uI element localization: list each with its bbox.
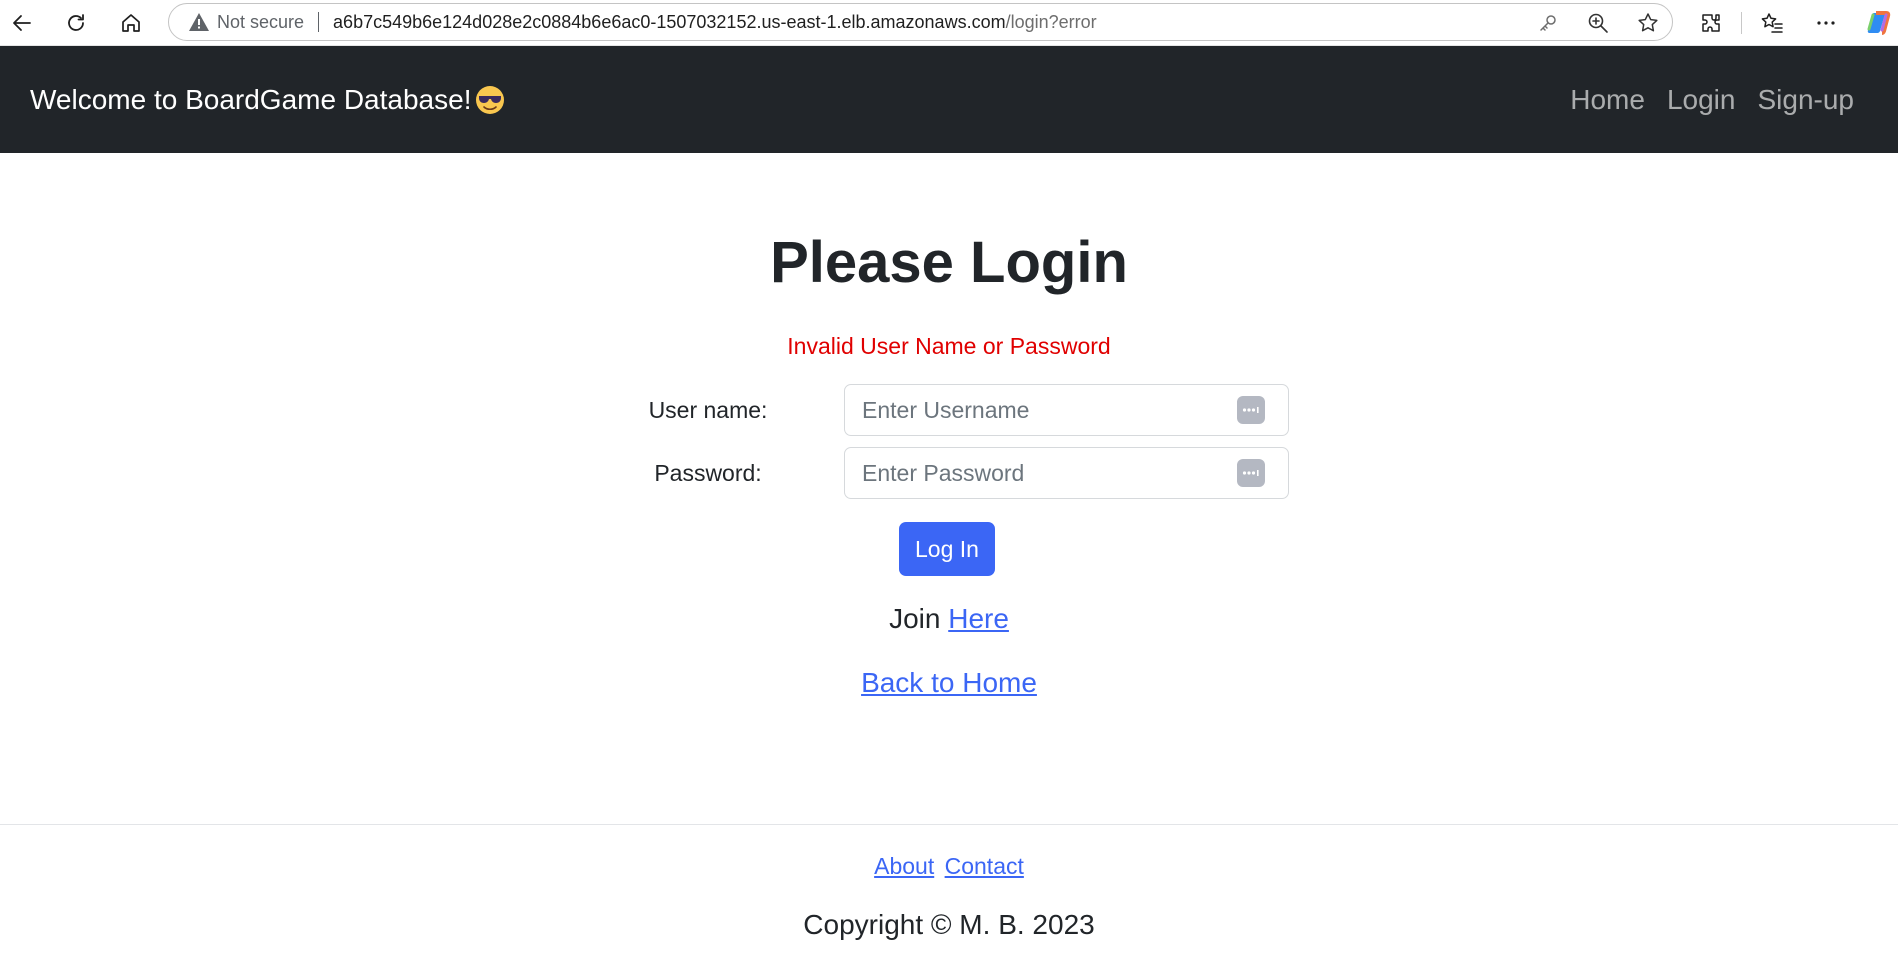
- zoom-icon[interactable]: [1585, 10, 1611, 36]
- password-manager-icon[interactable]: [1237, 459, 1265, 487]
- more-options-icon[interactable]: [1808, 5, 1844, 41]
- sunglasses-emoji-icon: [475, 85, 505, 115]
- password-manager-icon[interactable]: [1237, 396, 1265, 424]
- login-error-message: Invalid User Name or Password: [787, 333, 1111, 359]
- nav-links: Home Login Sign-up: [1548, 46, 1854, 153]
- join-prefix: Join: [889, 603, 941, 634]
- extensions-icon[interactable]: [1693, 5, 1729, 41]
- refresh-icon[interactable]: [58, 5, 94, 41]
- site-navbar: Welcome to BoardGame Database! Home Logi…: [0, 46, 1898, 153]
- username-input[interactable]: [844, 384, 1289, 436]
- favorites-icon[interactable]: [1754, 5, 1790, 41]
- copilot-icon[interactable]: [1860, 5, 1896, 41]
- key-icon[interactable]: [1535, 10, 1561, 36]
- back-icon[interactable]: [4, 5, 40, 41]
- address-divider: [318, 12, 320, 32]
- url-text[interactable]: a6b7c549b6e124d028e2c0884b6e6ac0-1507032…: [333, 12, 1097, 33]
- username-label: User name:: [648, 397, 768, 423]
- warning-icon[interactable]: [187, 10, 211, 34]
- copyright-text: Copyright © M. B. 2023: [803, 909, 1095, 940]
- toolbar-divider: [1741, 12, 1742, 34]
- url-path: /login?error: [1005, 11, 1097, 32]
- about-link[interactable]: About: [874, 853, 934, 879]
- nav-login-link[interactable]: Login: [1667, 84, 1736, 116]
- back-home-row: Back to Home: [0, 665, 1898, 701]
- nav-signup-link[interactable]: Sign-up: [1757, 84, 1854, 116]
- back-to-home-link[interactable]: Back to Home: [861, 667, 1037, 698]
- home-icon[interactable]: [113, 5, 149, 41]
- url-host: a6b7c549b6e124d028e2c0884b6e6ac0-1507032…: [333, 11, 1006, 32]
- page-title: Please Login: [770, 230, 1128, 295]
- password-label: Password:: [654, 460, 762, 486]
- password-input[interactable]: [844, 447, 1289, 499]
- brand-text: Welcome to BoardGame Database!: [30, 83, 472, 115]
- browser-toolbar: Not secure a6b7c549b6e124d028e2c0884b6e6…: [0, 0, 1898, 46]
- footer-links: About Contact: [0, 851, 1898, 881]
- login-button[interactable]: Log In: [899, 522, 995, 576]
- footer-divider: [0, 824, 1898, 825]
- favorite-star-icon[interactable]: [1635, 10, 1661, 36]
- contact-link[interactable]: Contact: [945, 853, 1024, 879]
- security-status[interactable]: Not secure: [217, 12, 304, 33]
- nav-home-link[interactable]: Home: [1570, 84, 1645, 116]
- brand-link[interactable]: Welcome to BoardGame Database!: [30, 46, 505, 153]
- join-here-link[interactable]: Here: [948, 603, 1009, 634]
- password-row: Password:: [0, 447, 1898, 499]
- username-row: User name:: [0, 384, 1898, 436]
- join-line: Join Here: [0, 601, 1898, 637]
- address-bar[interactable]: Not secure a6b7c549b6e124d028e2c0884b6e6…: [168, 3, 1673, 41]
